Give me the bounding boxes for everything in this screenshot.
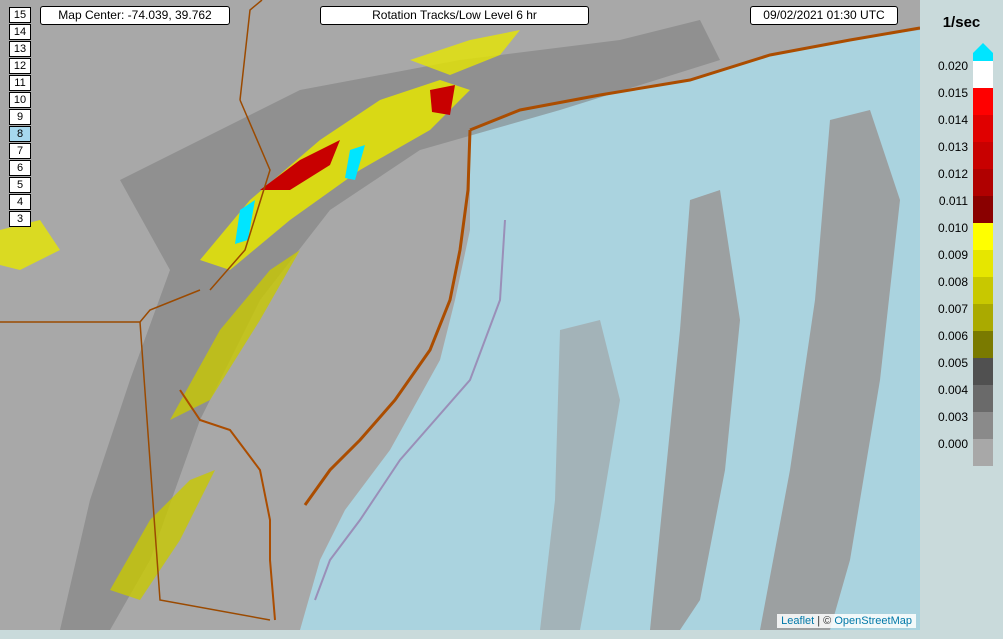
- zoom-level-8-button[interactable]: 8: [9, 126, 31, 142]
- radar-map-canvas: [0, 0, 920, 630]
- zoom-level-10-button[interactable]: 10: [9, 92, 31, 108]
- legend-swatch: [973, 439, 993, 466]
- leaflet-link[interactable]: Leaflet: [781, 615, 814, 627]
- legend-swatch: [973, 61, 993, 88]
- legend-swatch: [973, 277, 993, 304]
- zoom-level-15-button[interactable]: 15: [9, 7, 31, 23]
- legend-tick-label: 0.003: [937, 410, 968, 424]
- legend-tick-label: 0.011: [938, 194, 968, 208]
- zoom-level-7-button[interactable]: 7: [9, 143, 31, 159]
- zoom-level-5-button[interactable]: 5: [9, 177, 31, 193]
- zoom-level-selector: 15 14 13 12 11 10 9 8 7 6 5 4 3: [9, 7, 31, 228]
- legend-tick-label: 0.004: [937, 383, 968, 397]
- map-center-label: Map Center: -74.039, 39.762: [40, 6, 230, 25]
- state-border: [239, 0, 263, 101]
- legend-swatch: [973, 250, 993, 277]
- color-legend: 1/sec 0.020 0.015 0.014 0.013 0.012 0.011 0.01…: [920, 0, 1003, 639]
- zoom-level-6-button[interactable]: 6: [9, 160, 31, 176]
- legend-swatch: [973, 88, 993, 115]
- legend-tick-label: 0.007: [937, 302, 968, 316]
- legend-tick-label: 0.010: [937, 221, 968, 235]
- legend-top-arrow: [973, 43, 993, 53]
- zoom-level-4-button[interactable]: 4: [9, 194, 31, 210]
- legend-tick-label: 0.006: [937, 329, 968, 343]
- legend-swatch: [973, 412, 993, 439]
- zoom-level-14-button[interactable]: 14: [9, 24, 31, 40]
- legend-top-swatch: [973, 53, 993, 61]
- legend-swatch: [973, 304, 993, 331]
- attribution-separator: | ©: [814, 615, 835, 627]
- zoom-level-13-button[interactable]: 13: [9, 41, 31, 57]
- zoom-level-9-button[interactable]: 9: [9, 109, 31, 125]
- legend-tick-label: 0.005: [937, 356, 968, 370]
- legend-tick-label: 0.000: [937, 437, 968, 451]
- map-attribution: Leaflet | © OpenStreetMap: [777, 614, 916, 628]
- legend-tick-label: 0.014: [937, 113, 968, 127]
- legend-tick-label: 0.020: [937, 59, 968, 73]
- legend-swatch: [973, 142, 993, 169]
- legend-swatch: [973, 385, 993, 412]
- legend-swatch: [973, 196, 993, 223]
- legend-tick-label: 0.013: [937, 140, 968, 154]
- legend-tick-label: 0.009: [937, 248, 968, 262]
- legend-unit-title: 1/sec: [942, 14, 981, 31]
- map-viewport[interactable]: 15 14 13 12 11 10 9 8 7 6 5 4 3 Map Center: -74.039,…: [0, 0, 920, 630]
- timestamp-label: 09/02/2021 01:30 UTC: [750, 6, 898, 25]
- zoom-level-12-button[interactable]: 12: [9, 58, 31, 74]
- legend-swatch: [973, 169, 993, 196]
- legend-swatch: [973, 331, 993, 358]
- legend-swatch: [973, 223, 993, 250]
- legend-tick-label: 0.015: [937, 86, 968, 100]
- zoom-level-11-button[interactable]: 11: [9, 75, 31, 91]
- product-label: Rotation Tracks/Low Level 6 hr: [320, 6, 589, 25]
- zoom-level-3-button[interactable]: 3: [9, 211, 31, 227]
- legend-swatch: [973, 115, 993, 142]
- legend-swatch: [973, 358, 993, 385]
- legend-tick-label: 0.008: [937, 275, 968, 289]
- legend-tick-label: 0.012: [937, 167, 968, 181]
- openstreetmap-link[interactable]: OpenStreetMap: [834, 615, 912, 627]
